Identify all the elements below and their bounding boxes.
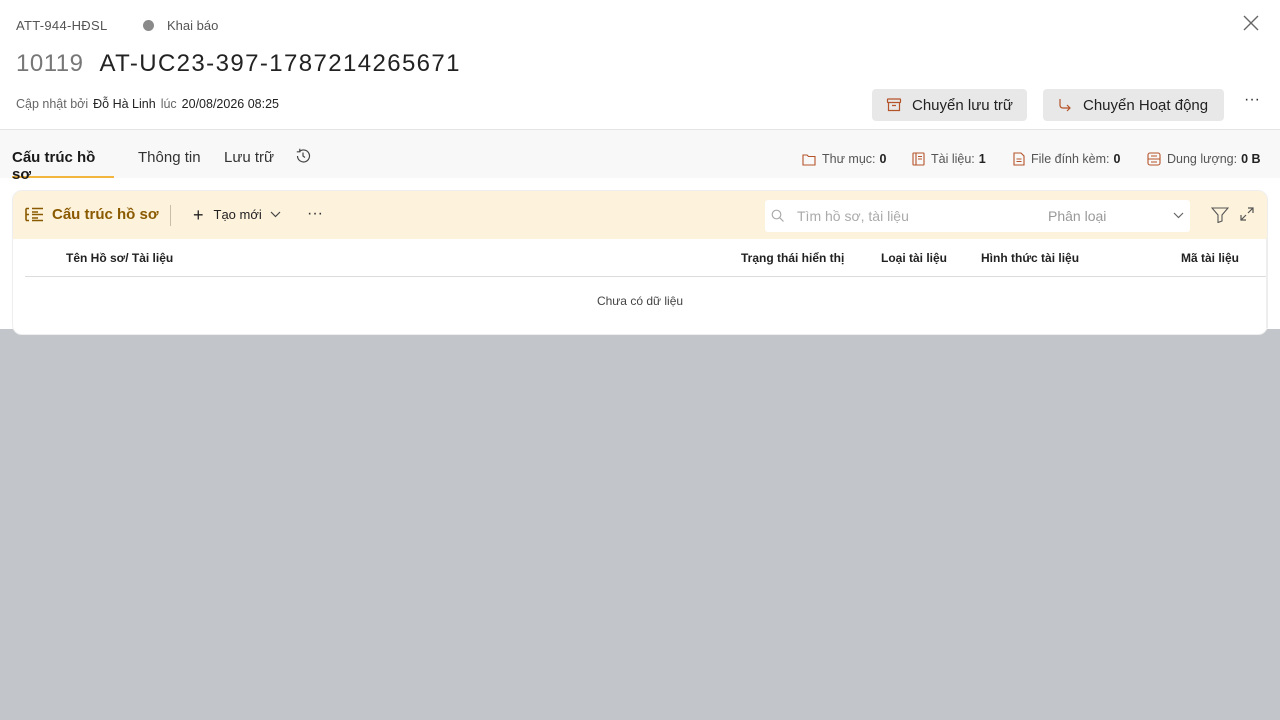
- archive-button-label: Chuyển lưu trữ: [912, 96, 1013, 114]
- stat-folders: Thư mục: 0: [802, 152, 886, 166]
- table-header: Tên Hồ sơ/ Tài liệu Trạng thái hiển thị …: [25, 239, 1267, 277]
- column-name[interactable]: Tên Hồ sơ/ Tài liệu: [66, 251, 173, 265]
- arrow-turn-right-icon: [1059, 99, 1071, 112]
- tab-structure[interactable]: Cấu trúc hồ sơ: [12, 149, 114, 183]
- updated-by: Đỗ Hà Linh: [93, 97, 156, 111]
- stat-documents-value: 1: [978, 152, 986, 166]
- stat-attachments: File đính kèm: 0: [1013, 152, 1120, 166]
- structure-card: Cấu trúc hồ sơ + Tạo mới ··· Phân loại: [12, 190, 1268, 335]
- storage-icon: [1147, 152, 1161, 166]
- structure-title: Cấu trúc hồ sơ: [25, 206, 159, 223]
- tab-storage[interactable]: Lưu trữ: [224, 149, 274, 178]
- structure-toolbar: Cấu trúc hồ sơ + Tạo mới ··· Phân loại: [13, 191, 1267, 239]
- list-tree-icon: [25, 207, 43, 221]
- classify-select[interactable]: Phân loại: [1048, 200, 1190, 232]
- stat-folders-label: Thư mục:: [822, 152, 876, 166]
- stat-folders-value: 0: [879, 152, 887, 166]
- search-input[interactable]: [797, 206, 1037, 226]
- chevron-down-icon: [1173, 212, 1184, 219]
- toolbar-more-icon[interactable]: ···: [307, 205, 323, 223]
- updated-at-word: lúc: [160, 97, 177, 111]
- classify-select-value: Phân loại: [1048, 208, 1107, 224]
- vertical-scrollbar[interactable]: [1266, 238, 1268, 328]
- file-icon: [1013, 152, 1025, 166]
- stat-storage-size-label: Dung lượng:: [1167, 152, 1238, 166]
- record-detail-panel: ATT-944-HĐSL Khai báo 10119 AT-UC23-397-…: [0, 0, 1280, 335]
- search-box: Phân loại: [765, 200, 1190, 232]
- status-dot-icon: [143, 20, 154, 31]
- stat-storage-size: Dung lượng: 0 B: [1147, 152, 1261, 166]
- move-active-button[interactable]: Chuyển Hoạt động: [1043, 89, 1224, 121]
- create-new-button[interactable]: + Tạo mới: [193, 204, 281, 225]
- archive-box-icon: [886, 98, 902, 112]
- filter-icon[interactable]: [1211, 207, 1229, 223]
- status-badge: Khai báo: [143, 18, 218, 33]
- document-icon: [912, 152, 925, 166]
- status-label: Khai báo: [167, 18, 219, 33]
- column-document-form[interactable]: Hình thức tài liệu: [981, 251, 1079, 265]
- stat-attachments-label: File đính kèm:: [1031, 152, 1110, 166]
- chevron-down-icon: [270, 211, 281, 218]
- folder-icon: [802, 153, 816, 166]
- plus-icon: +: [193, 204, 204, 225]
- close-icon[interactable]: [1240, 12, 1262, 34]
- page-title: 10119 AT-UC23-397-1787214265671: [16, 50, 461, 78]
- more-options-icon[interactable]: ···: [1243, 92, 1261, 112]
- updated-info: Cập nhật bởi Đỗ Hà Linh lúc 20/08/2026 0…: [16, 97, 279, 111]
- stat-documents: Tài liệu: 1: [912, 152, 986, 166]
- record-id: 10119: [16, 50, 84, 77]
- archive-button[interactable]: Chuyển lưu trữ: [872, 89, 1027, 121]
- updated-prefix: Cập nhật bởi: [16, 97, 89, 111]
- toolbar-divider: [170, 205, 171, 226]
- search-icon: [771, 209, 784, 222]
- empty-state: Chưa có dữ liệu: [596, 294, 684, 308]
- tabs-bar: Cấu trúc hồ sơ Thông tin Lưu trữ Thư mục…: [0, 130, 1280, 183]
- column-document-type[interactable]: Loại tài liệu: [881, 251, 947, 265]
- expand-icon[interactable]: [1240, 207, 1254, 221]
- stat-documents-label: Tài liệu:: [931, 152, 975, 166]
- move-active-button-label: Chuyển Hoạt động: [1083, 96, 1209, 114]
- record-name: AT-UC23-397-1787214265671: [99, 50, 461, 77]
- record-header: ATT-944-HĐSL Khai báo 10119 AT-UC23-397-…: [0, 0, 1280, 130]
- updated-time: 20/08/2026 08:25: [181, 97, 279, 111]
- column-display-status[interactable]: Trạng thái hiển thị: [741, 251, 844, 265]
- stat-storage-size-value: 0 B: [1241, 152, 1261, 166]
- structure-title-label: Cấu trúc hồ sơ: [52, 206, 159, 223]
- record-code: ATT-944-HĐSL: [16, 18, 108, 33]
- create-new-label: Tạo mới: [213, 207, 262, 222]
- stat-attachments-value: 0: [1113, 152, 1121, 166]
- tab-info[interactable]: Thông tin: [138, 149, 201, 178]
- history-icon[interactable]: [294, 147, 312, 165]
- column-document-code[interactable]: Mã tài liệu: [1181, 251, 1239, 265]
